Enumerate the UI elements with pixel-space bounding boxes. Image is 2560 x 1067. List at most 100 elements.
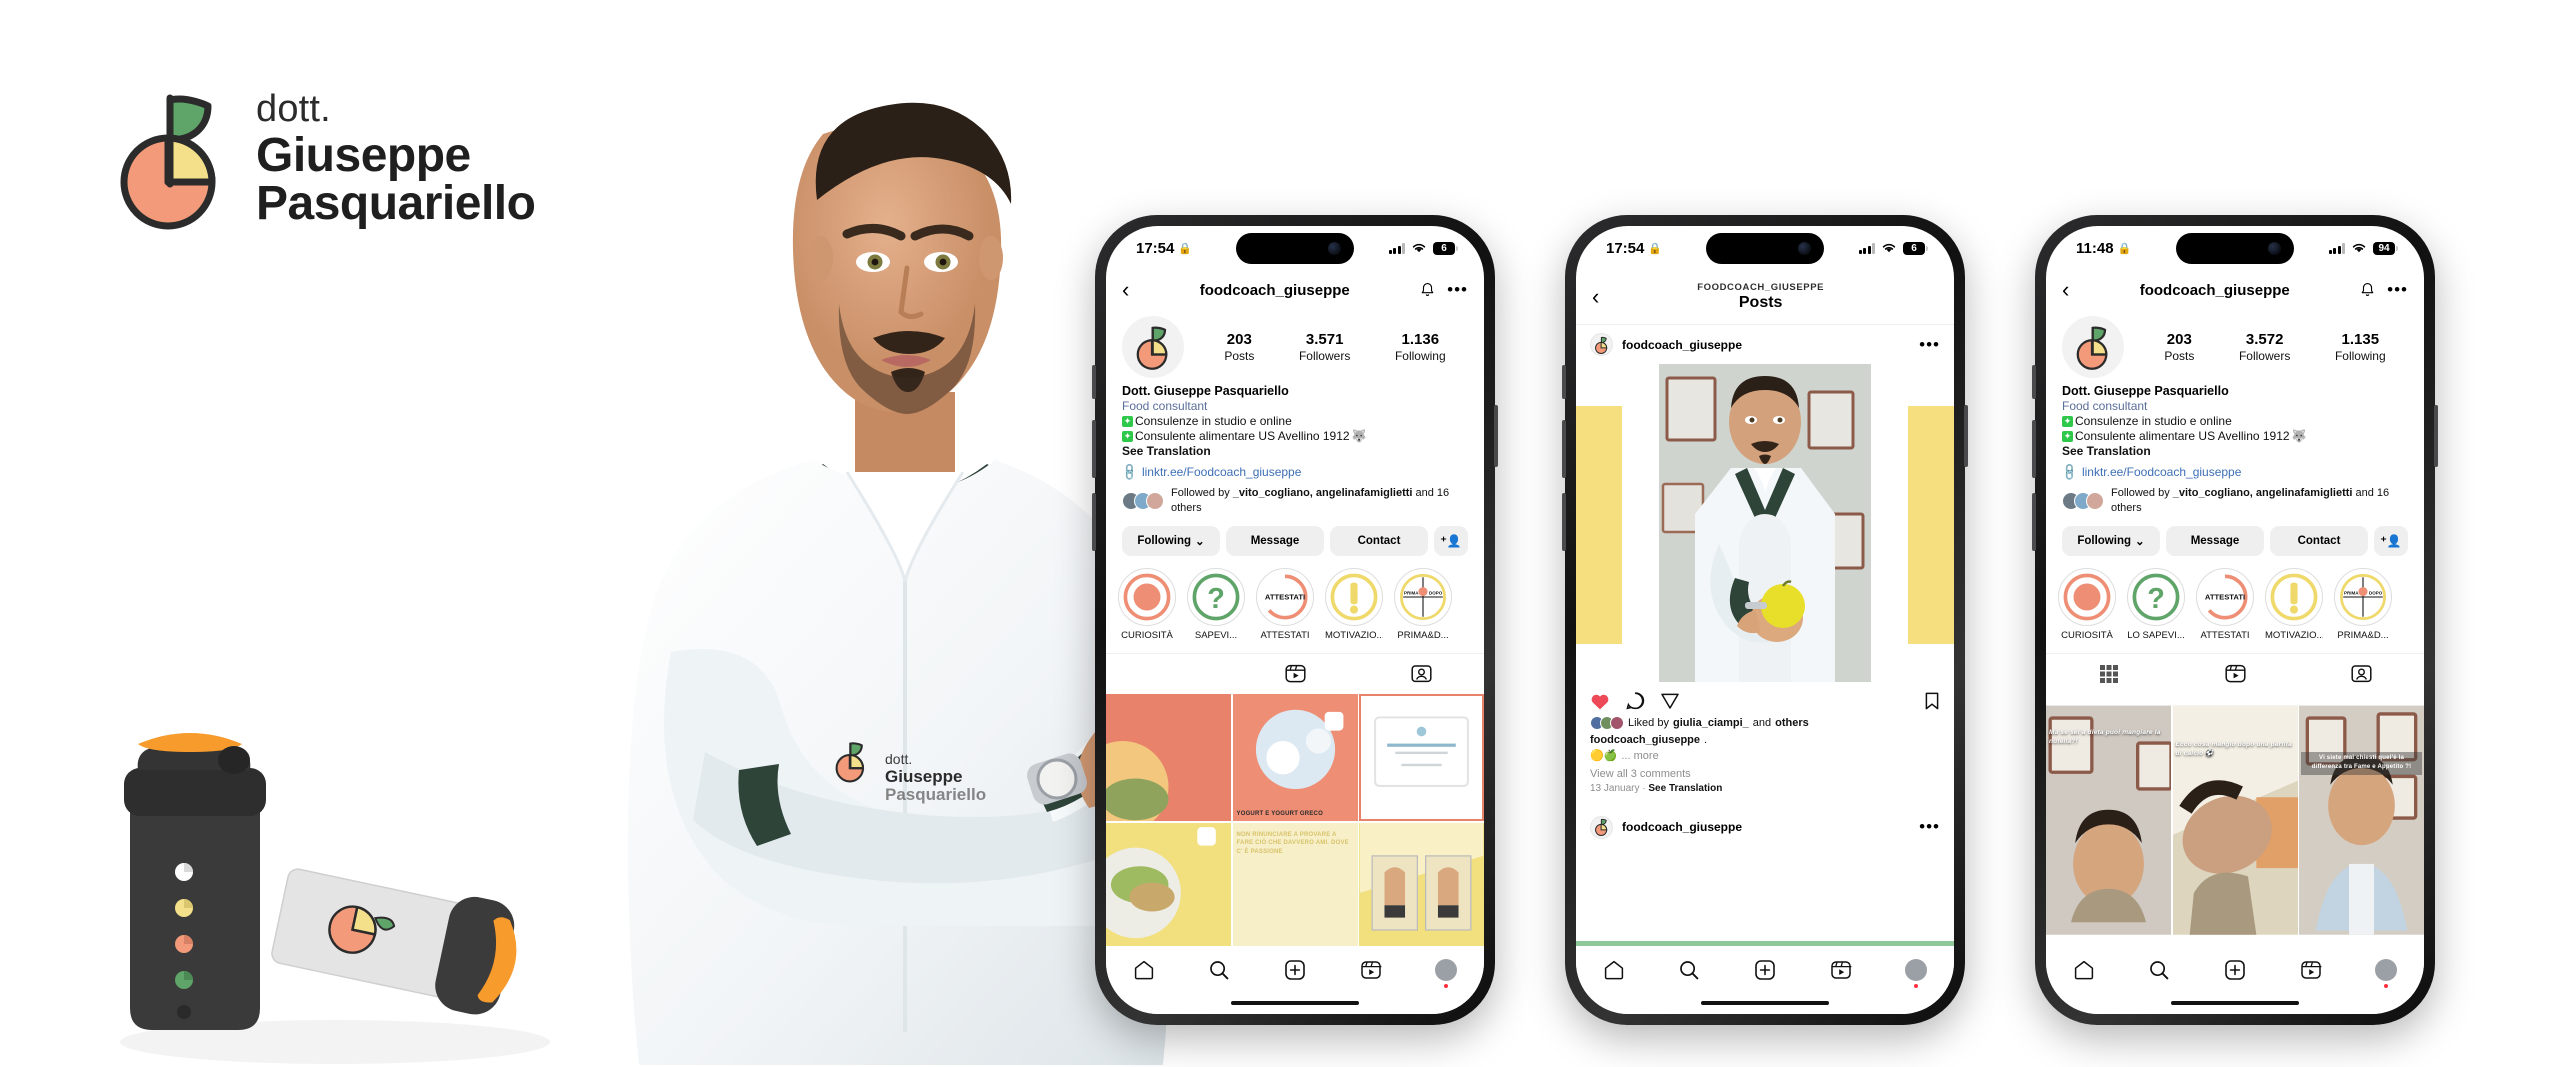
highlight-curiosita[interactable]: CURIOSITÀ: [2058, 567, 2116, 641]
profile-avatar-icon[interactable]: [2375, 958, 2398, 981]
highlight-prima-dopo[interactable]: PRIMA DOPO PRIMA&D...: [2334, 567, 2392, 641]
profile-avatar-icon[interactable]: [1905, 958, 1928, 981]
home-icon[interactable]: [1133, 959, 1155, 981]
see-translation-link[interactable]: See Translation: [1122, 444, 1468, 458]
chevron-down-icon: ⌄: [1195, 535, 1205, 548]
search-icon[interactable]: [1208, 959, 1230, 981]
grid-cell[interactable]: YOGURT E YOGURT GRECO: [1232, 693, 1358, 822]
status-bar: 17:54 🔒 6: [1576, 226, 1954, 270]
see-translation-link[interactable]: See Translation: [1648, 783, 1722, 794]
plus-square-icon[interactable]: [2224, 959, 2246, 981]
plus-square-icon[interactable]: [1284, 959, 1306, 981]
home-icon[interactable]: [1603, 959, 1625, 981]
post-avatar[interactable]: [1590, 333, 1613, 356]
liked-by-row[interactable]: Liked by giulia_ciampi_ and others: [1590, 715, 1940, 732]
chevron-left-icon[interactable]: ‹: [1122, 279, 1129, 301]
add-person-icon[interactable]: ⁺👤: [2374, 525, 2408, 556]
followed-by[interactable]: Followed by _vito_cogliano, angelinafami…: [1122, 486, 1468, 516]
highlight-label: PRIMA&D...: [1397, 629, 1449, 641]
reel-cell[interactable]: Ecco cosa mangio dopo una partita di cal…: [2172, 694, 2298, 946]
profile-actions: Following ⌄ Message Contact ⁺👤: [1106, 516, 1484, 556]
next-post-username[interactable]: foodcoach_giuseppe: [1622, 820, 1910, 834]
followed-by[interactable]: Followed by _vito_cogliano, angelinafami…: [2062, 486, 2408, 516]
posts-grid: YOGURT E YOGURT GRECO NON RINUNCIARE A P…: [1106, 693, 1484, 946]
stat-posts[interactable]: 203 Posts: [2164, 331, 2194, 363]
status-time-group: 17:54 🔒: [1606, 240, 1662, 257]
search-icon[interactable]: [2148, 959, 2170, 981]
share-paperplane-icon[interactable]: [1660, 691, 1680, 711]
wifi-icon: [1412, 243, 1426, 253]
reels-icon[interactable]: [1360, 959, 1382, 981]
profile-link[interactable]: 🔗 linktr.ee/Foodcoach_giuseppe: [1119, 462, 1468, 482]
stat-following-value: 1.135: [2341, 331, 2380, 348]
home-icon[interactable]: [2073, 959, 2095, 981]
reels-icon[interactable]: [1830, 959, 1852, 981]
wolf-emoji-icon: 🐺: [1351, 429, 1367, 443]
tab-reels[interactable]: [1232, 654, 1358, 694]
see-translation-link[interactable]: See Translation: [2062, 444, 2408, 458]
more-link[interactable]: ... more: [1621, 748, 1658, 765]
tagged-person-icon: [1410, 665, 1432, 683]
highlight-motivazione[interactable]: MOTIVAZIO...: [1325, 567, 1383, 641]
tab-tagged[interactable]: [2298, 654, 2424, 694]
stat-followers[interactable]: 3.572 Followers: [2239, 331, 2290, 363]
highlight-prima-dopo[interactable]: PRIMA DOPO PRIMA&D...: [1394, 567, 1452, 641]
plus-square-icon[interactable]: [1754, 959, 1776, 981]
grid-cell[interactable]: [1359, 822, 1484, 946]
highlight-label: MOTIVAZIO...: [1325, 629, 1383, 641]
post-username[interactable]: foodcoach_giuseppe: [1622, 338, 1910, 352]
more-dots-icon[interactable]: •••: [1919, 818, 1940, 835]
following-button[interactable]: Following ⌄: [2062, 525, 2160, 556]
stat-followers[interactable]: 3.571 Followers: [1299, 331, 1350, 363]
search-icon[interactable]: [1678, 959, 1700, 981]
tab-reels[interactable]: [2172, 654, 2298, 694]
message-button[interactable]: Message: [1226, 525, 1324, 556]
heart-filled-icon[interactable]: [1590, 692, 1610, 711]
message-button[interactable]: Message: [2166, 525, 2264, 556]
grid-cell[interactable]: [1106, 693, 1231, 822]
post-avatar[interactable]: [1590, 815, 1613, 839]
peach-pie-chart-logo-icon: [120, 94, 216, 230]
stat-posts[interactable]: 203 Posts: [1224, 331, 1254, 363]
profile-avatar-icon[interactable]: [1435, 958, 1458, 981]
chevron-left-icon[interactable]: ‹: [2062, 279, 2069, 301]
more-dots-icon[interactable]: •••: [1447, 281, 1468, 298]
highlight-attestati[interactable]: ATTESTATI ATTESTATI: [1256, 567, 1314, 641]
grid-cell[interactable]: [1359, 693, 1484, 822]
profile-avatar[interactable]: [2062, 316, 2124, 378]
status-bar: 11:48 🔒 94: [2046, 226, 2424, 270]
chevron-left-icon[interactable]: ‹: [1592, 286, 1599, 308]
green-badge-icon: ✦: [2062, 415, 2073, 427]
highlight-curiosita[interactable]: CURIOSITÀ: [1118, 567, 1176, 641]
tab-grid[interactable]: [1106, 654, 1232, 694]
highlight-attestati[interactable]: ATTESTATI ATTESTATI: [2196, 567, 2254, 641]
bookmark-icon[interactable]: [1924, 691, 1940, 711]
bell-icon[interactable]: [2360, 282, 2375, 298]
add-person-icon[interactable]: ⁺👤: [1434, 525, 1468, 556]
peach-pie-chart-logo-icon: [1595, 336, 1608, 354]
more-dots-icon[interactable]: •••: [1919, 336, 1940, 353]
grid-cell[interactable]: NON RINUNCIARE A PROVARE A FARE CIÒ CHE …: [1232, 822, 1358, 946]
stat-following[interactable]: 1.136 Following: [1395, 331, 1446, 363]
reels-icon[interactable]: [2300, 959, 2322, 981]
highlight-sapevi[interactable]: ? SAPEVI...: [1187, 567, 1245, 641]
caption-username[interactable]: foodcoach_giuseppe: [1590, 732, 1700, 749]
stat-following[interactable]: 1.135 Following: [2335, 331, 2386, 363]
view-comments-link[interactable]: View all 3 comments: [1590, 768, 1940, 780]
comment-bubble-icon[interactable]: [1625, 691, 1645, 711]
following-button[interactable]: Following ⌄: [1122, 525, 1220, 556]
highlight-motivazione[interactable]: MOTIVAZIO...: [2265, 567, 2323, 641]
post-media[interactable]: [1576, 364, 1954, 682]
reel-cell[interactable]: Ma se sei a dieta puoi mangiare la nutel…: [2046, 694, 2171, 946]
reel-cell[interactable]: Vi siete mai chiesti quel'è la differenz…: [2299, 694, 2424, 946]
grid-cell[interactable]: [1106, 822, 1231, 946]
highlight-lo-sapevi[interactable]: ? LO SAPEVI...: [2127, 567, 2185, 641]
bell-icon[interactable]: [1420, 282, 1435, 298]
tab-grid[interactable]: [2046, 654, 2172, 694]
more-dots-icon[interactable]: •••: [2387, 281, 2408, 298]
profile-link[interactable]: 🔗 linktr.ee/Foodcoach_giuseppe: [2059, 462, 2408, 482]
profile-avatar[interactable]: [1122, 316, 1184, 378]
contact-button[interactable]: Contact: [2270, 525, 2368, 556]
tab-tagged[interactable]: [1358, 654, 1484, 694]
contact-button[interactable]: Contact: [1330, 525, 1428, 556]
